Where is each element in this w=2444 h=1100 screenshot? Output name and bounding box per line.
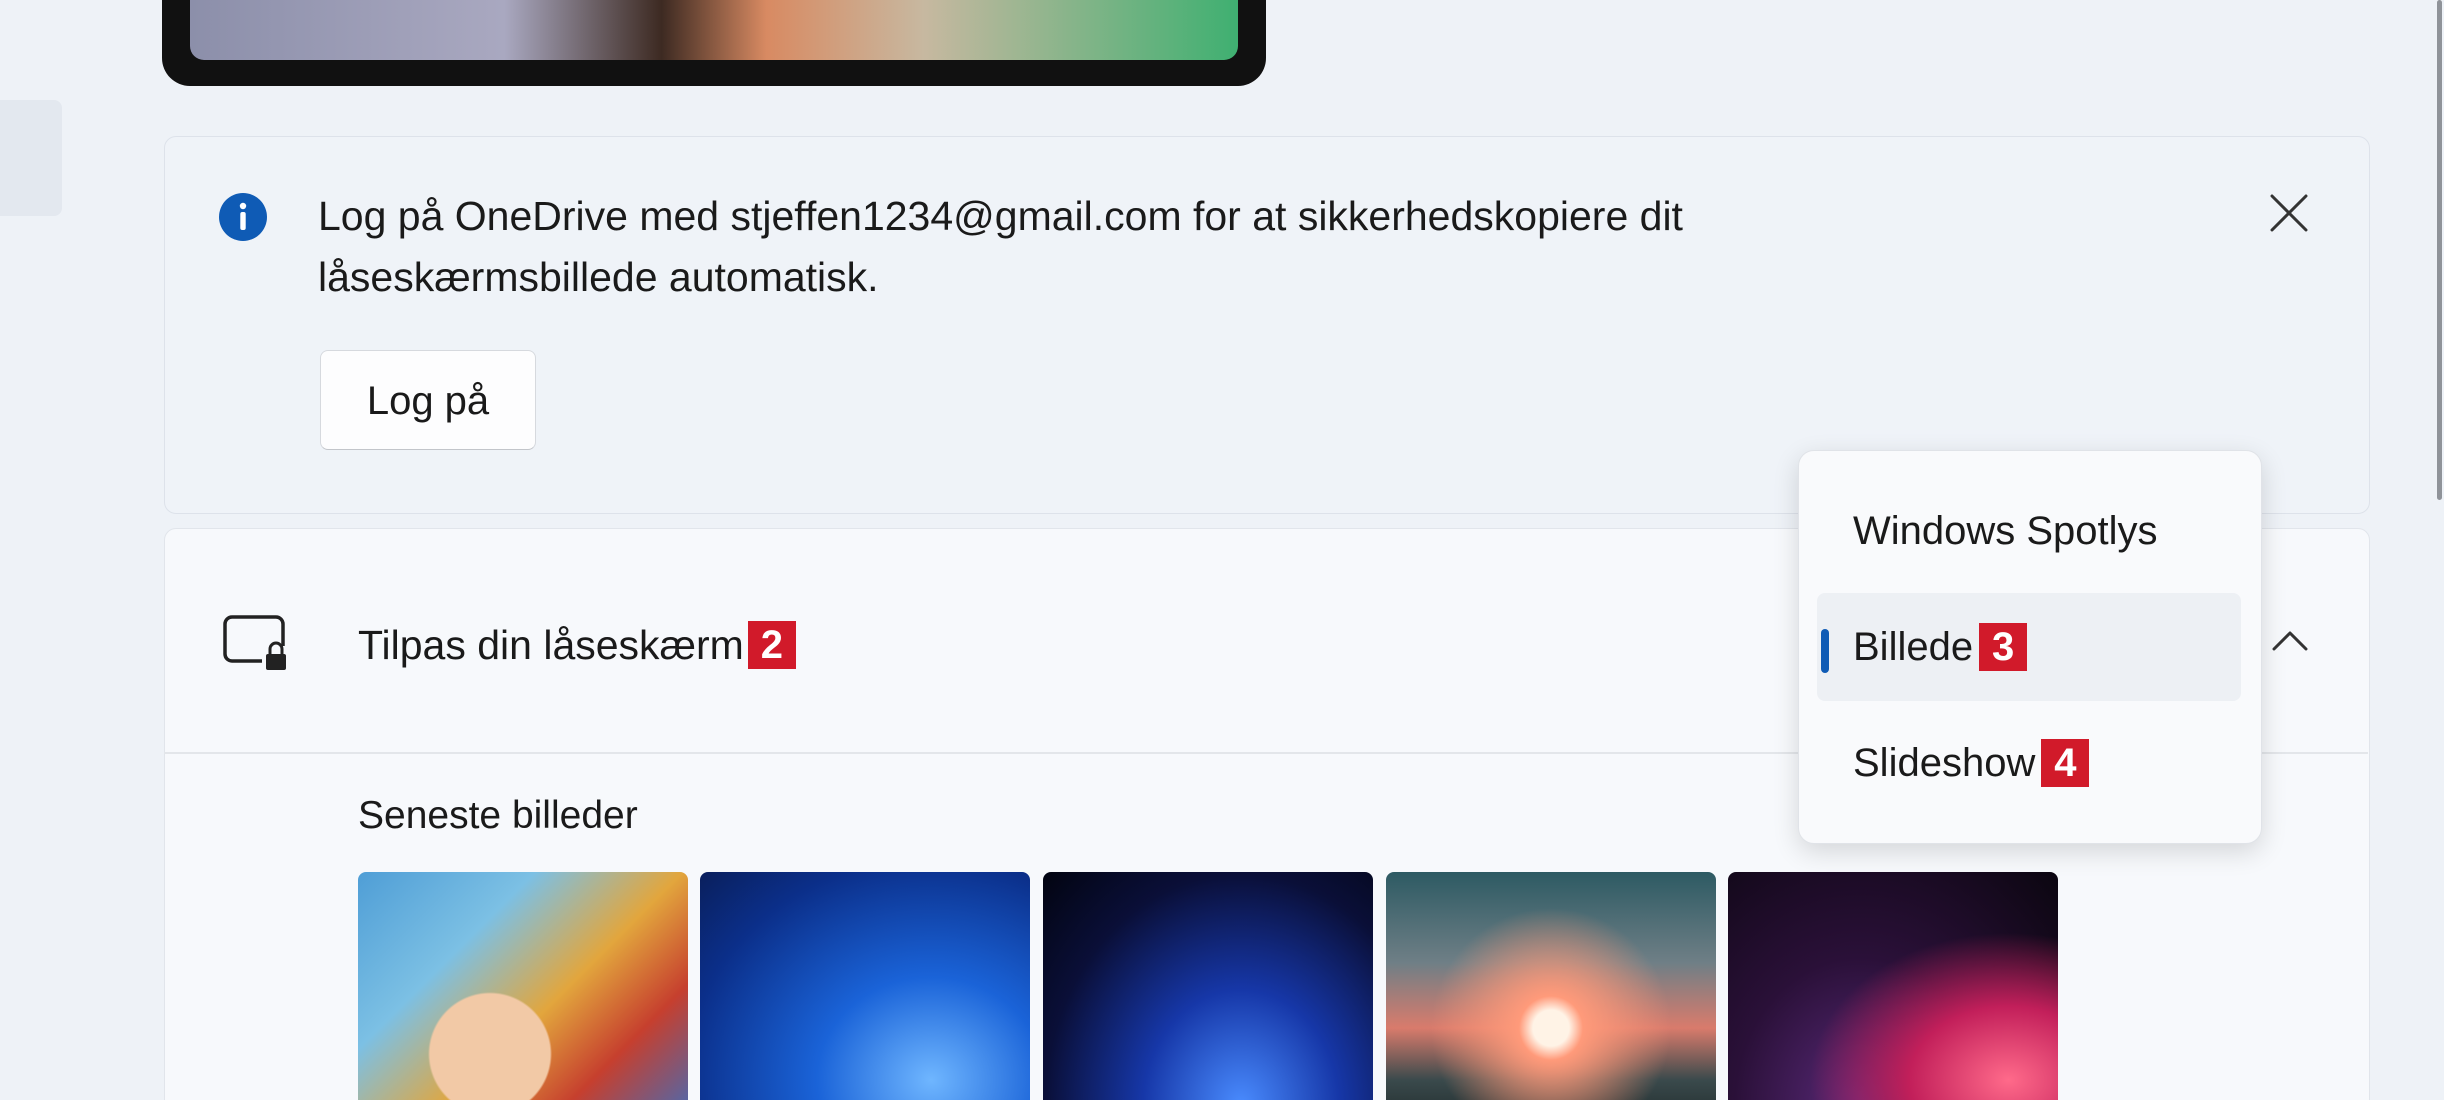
recent-image-thumbnail[interactable]: [1043, 872, 1373, 1100]
selection-indicator: [1821, 629, 1829, 673]
recent-image-thumbnail[interactable]: [1386, 872, 1716, 1100]
info-icon: [218, 192, 268, 242]
infobar-message-line2: låseskærmsbillede automatisk.: [318, 254, 879, 300]
preview-image: [190, 0, 1238, 60]
lockscreen-title-text: Tilpas din låseskærm: [358, 622, 744, 668]
lockscreen-icon: [222, 614, 292, 674]
sidebar-nav-item-hint[interactable]: [0, 100, 62, 216]
recent-image-thumbnail[interactable]: [358, 872, 688, 1100]
signin-button[interactable]: Log på: [320, 350, 536, 450]
dropdown-option-label: Billede: [1853, 624, 1974, 669]
dropdown-option-picture[interactable]: Billede 3: [1817, 593, 2241, 701]
annotation-badge: 2: [747, 621, 796, 669]
annotation-badge: 3: [1979, 623, 2028, 671]
infobar-message-line1: Log på OneDrive med stjeffen1234@gmail.c…: [318, 193, 1683, 239]
recent-image-thumbnail[interactable]: [700, 872, 1030, 1100]
dropdown-option-slideshow[interactable]: Slideshow 4: [1817, 709, 2241, 817]
chevron-up-icon[interactable]: [2262, 612, 2318, 668]
recent-images-label: Seneste billeder: [358, 794, 638, 837]
lockscreen-personalize-title: Tilpas din låseskærm 2: [358, 614, 796, 676]
scrollbar-thumb[interactable]: [2437, 0, 2442, 500]
lockscreen-type-dropdown: Windows Spotlys Billede 3 Slideshow 4: [1798, 450, 2262, 844]
annotation-badge: 4: [2041, 739, 2090, 787]
recent-image-thumbnail[interactable]: [1728, 872, 2058, 1100]
lockscreen-preview: [162, 0, 1266, 86]
dropdown-option-label: Slideshow: [1853, 740, 2036, 785]
infobar-message: Log på OneDrive med stjeffen1234@gmail.c…: [318, 186, 2018, 308]
close-icon[interactable]: [2262, 186, 2316, 240]
dropdown-option-windows-spotlight[interactable]: Windows Spotlys: [1817, 477, 2241, 585]
dropdown-option-label: Windows Spotlys: [1853, 508, 2158, 553]
